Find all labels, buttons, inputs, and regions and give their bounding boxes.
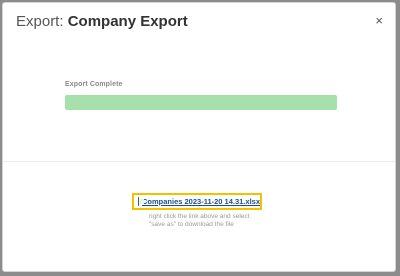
excel-file-icon	[138, 197, 144, 206]
download-hint-line-1: right click the link above and select	[149, 213, 250, 220]
download-link-highlight: Companies 2023-11-20 14.31.xlsx	[132, 193, 262, 210]
section-divider	[3, 161, 395, 162]
export-progress-bar	[65, 95, 337, 110]
modal-title: Export: Company Export	[16, 13, 188, 30]
download-hint: right click the link above and select "s…	[149, 213, 269, 229]
close-icon[interactable]: ×	[375, 13, 383, 29]
modal-title-prefix: Export:	[16, 13, 64, 30]
export-modal: Export: Company Export × Export Complete…	[2, 2, 396, 272]
modal-header: Export: Company Export ×	[3, 3, 395, 43]
download-hint-line-2: "save as" to download the file	[149, 221, 234, 228]
download-file-link[interactable]: Companies 2023-11-20 14.31.xlsx	[142, 197, 260, 206]
export-progress-fill	[65, 95, 337, 110]
modal-title-name: Company Export	[67, 13, 188, 30]
export-status-label: Export Complete	[65, 81, 123, 88]
